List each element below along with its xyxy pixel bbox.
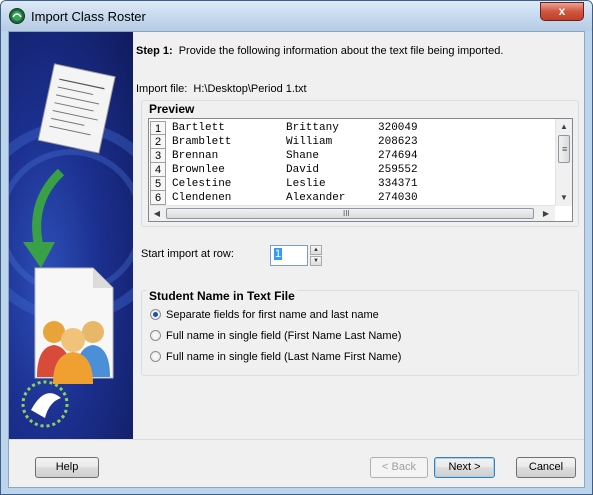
dialog-client-area: Step 1: Provide the following information… — [8, 31, 585, 488]
horizontal-scroll-thumb[interactable]: III — [166, 208, 534, 219]
scroll-up-arrow-icon[interactable]: ▲ — [557, 122, 571, 131]
help-button[interactable]: Help — [35, 457, 99, 478]
preview-student-id: 334371 — [378, 178, 418, 190]
spin-down-icon: ▼ — [313, 258, 319, 264]
radio-separate-fields[interactable]: Separate fields for first name and last … — [150, 309, 379, 323]
preview-rows: 1 Bartlett Brittany 320049 2 Bramblett W… — [149, 121, 556, 205]
step-number: Step 1: — [136, 45, 173, 57]
preview-first-name: David — [286, 164, 320, 176]
next-button[interactable]: Next > — [434, 457, 495, 478]
preview-first-name: Leslie — [286, 178, 326, 190]
vertical-scroll-thumb[interactable]: ≡ — [558, 135, 570, 163]
back-button[interactable]: < Back — [370, 457, 428, 478]
radio-full-name-first-last[interactable]: Full name in single field (First Name La… — [150, 330, 401, 344]
step-text: Provide the following information about … — [178, 45, 504, 57]
roster-app-icon — [9, 8, 25, 24]
preview-title: Preview — [147, 102, 197, 116]
thumb-grip-icon: ≡ — [562, 144, 568, 154]
preview-row: 2 Bramblett William 208623 — [149, 135, 556, 149]
preview-row-number: 6 — [150, 191, 166, 205]
step-instructions: Step 1: Provide the following information… — [136, 45, 503, 57]
scroll-down-arrow-icon[interactable]: ▼ — [557, 193, 571, 202]
preview-last-name: Brennan — [172, 150, 219, 162]
preview-row: 6 Clendenen Alexander 274030 — [149, 191, 556, 205]
spin-down-button[interactable]: ▼ — [310, 256, 322, 266]
preview-row: 1 Bartlett Brittany 320049 — [149, 121, 556, 135]
preview-last-name: Celestine — [172, 178, 232, 190]
preview-row-number: 5 — [150, 177, 166, 191]
preview-row-number: 1 — [150, 121, 166, 135]
radio-label: Full name in single field (Last Name Fir… — [166, 351, 402, 363]
text-document-icon — [37, 63, 116, 154]
radio-button-selected[interactable] — [150, 309, 161, 320]
preview-row: 3 Brennan Shane 274694 — [149, 149, 556, 163]
start-row-input[interactable]: 1 — [270, 245, 308, 266]
preview-row-number: 3 — [150, 149, 166, 163]
import-wizard-illustration — [9, 32, 133, 439]
close-button[interactable]: x — [540, 2, 584, 21]
start-row-spinner[interactable]: 1 ▲ ▼ — [270, 245, 326, 266]
class-roster-people-icon — [34, 267, 114, 384]
preview-first-name: Alexander — [286, 192, 346, 204]
radio-button[interactable] — [150, 351, 161, 362]
preview-group: Preview 1 Bartlett Brittany 320049 2 Bra… — [141, 100, 579, 227]
window-title: Import Class Roster — [31, 9, 146, 24]
preview-first-name: William — [286, 136, 333, 148]
side-illustration-art — [9, 63, 133, 428]
student-name-group: Student Name in Text File Separate field… — [141, 289, 579, 376]
radio-button[interactable] — [150, 330, 161, 341]
spin-up-button[interactable]: ▲ — [310, 245, 322, 255]
scroll-left-arrow-icon[interactable]: ◀ — [150, 209, 164, 218]
scroll-right-arrow-icon[interactable]: ▶ — [539, 209, 553, 218]
preview-student-id: 208623 — [378, 136, 418, 148]
radio-label: Separate fields for first name and last … — [166, 309, 379, 321]
start-row-value: 1 — [274, 248, 283, 260]
preview-student-id: 259552 — [378, 164, 418, 176]
preview-row: 5 Celestine Leslie 334371 — [149, 177, 556, 191]
preview-last-name: Bartlett — [172, 122, 225, 134]
radio-label: Full name in single field (First Name La… — [166, 330, 402, 342]
preview-first-name: Shane — [286, 150, 320, 162]
title-bar[interactable]: Import Class Roster x — [1, 1, 592, 31]
import-class-roster-dialog: Import Class Roster x Step 1: Provide th… — [0, 0, 593, 495]
thumb-grip-icon: III — [343, 209, 350, 218]
product-logo-icon — [21, 380, 69, 428]
preview-last-name: Clendenen — [172, 192, 232, 204]
import-file-path: H:\Desktop\Period 1.txt — [193, 83, 307, 95]
cancel-button[interactable]: Cancel — [516, 457, 576, 478]
import-file-info: Import file: H:\Desktop\Period 1.txt — [136, 83, 307, 95]
preview-student-id: 274030 — [378, 192, 418, 204]
preview-list[interactable]: 1 Bartlett Brittany 320049 2 Bramblett W… — [148, 118, 573, 222]
student-name-title: Student Name in Text File — [147, 289, 297, 303]
green-arrow-icon — [23, 168, 65, 268]
dialog-button-bar: Help < Back Next > Cancel — [9, 439, 584, 487]
radio-full-name-last-first[interactable]: Full name in single field (Last Name Fir… — [150, 351, 401, 365]
preview-row-number: 4 — [150, 163, 166, 177]
start-row-label: Start import at row: — [141, 248, 234, 260]
wizard-step-content: Step 1: Provide the following information… — [133, 32, 584, 439]
preview-horizontal-scrollbar[interactable]: ◀ III ▶ — [149, 205, 555, 221]
spin-up-icon: ▲ — [313, 247, 319, 253]
preview-last-name: Brownlee — [172, 164, 225, 176]
preview-first-name: Brittany — [286, 122, 339, 134]
preview-last-name: Bramblett — [172, 136, 232, 148]
preview-student-id: 320049 — [378, 122, 418, 134]
import-file-label: Import file: — [136, 83, 188, 95]
preview-row: 4 Brownlee David 259552 — [149, 163, 556, 177]
close-icon: x — [558, 4, 566, 18]
preview-student-id: 274694 — [378, 150, 418, 162]
preview-row-number: 2 — [150, 135, 166, 149]
preview-vertical-scrollbar[interactable]: ▲ ≡ ▼ — [555, 119, 572, 206]
